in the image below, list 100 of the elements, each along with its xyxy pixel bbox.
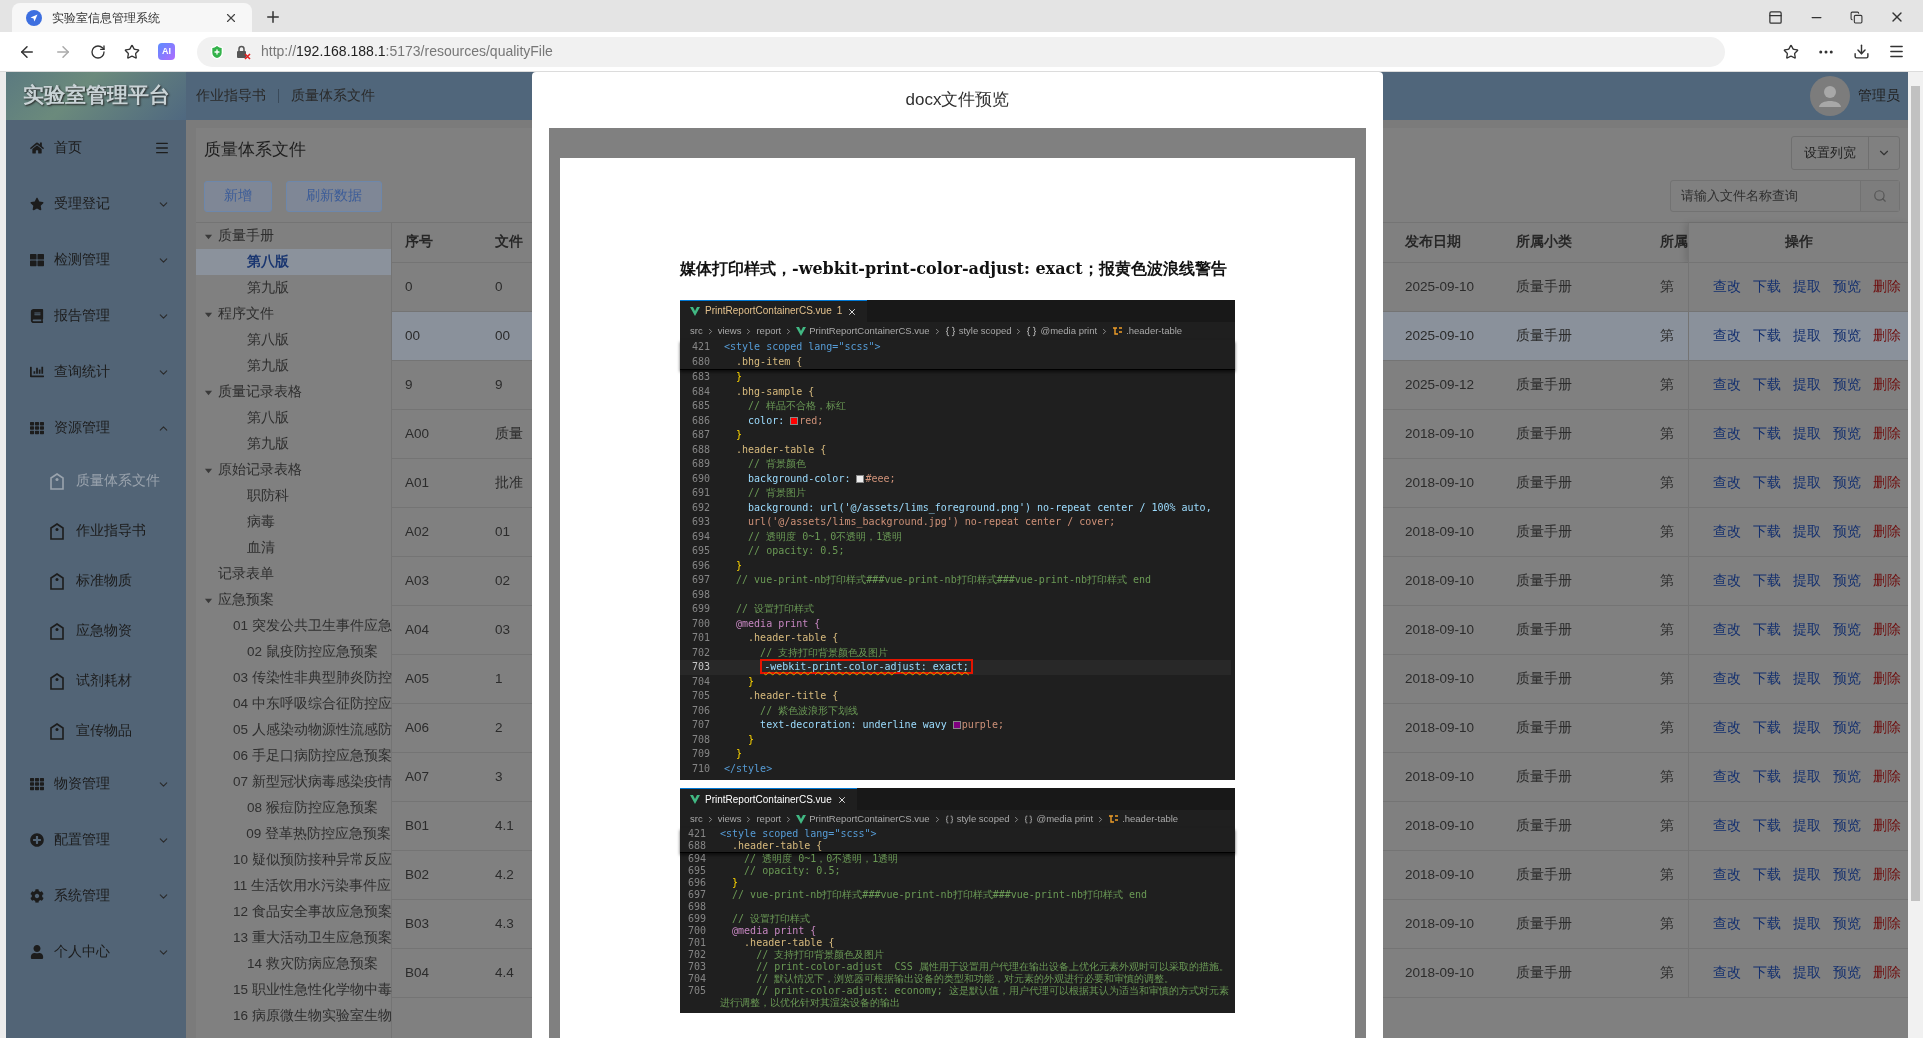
action-link[interactable]: 删除 xyxy=(1873,423,1901,445)
sidebar-item[interactable]: 配置管理 xyxy=(6,812,186,868)
action-link[interactable]: 查改 xyxy=(1713,766,1741,788)
action-link[interactable]: 下载 xyxy=(1753,521,1781,543)
action-link[interactable]: 提取 xyxy=(1793,913,1821,935)
tree-item[interactable]: 16 病原微生物实验室生物 xyxy=(196,1003,391,1029)
collapse-menu-icon[interactable] xyxy=(154,140,170,156)
editor-tab[interactable]: PrintReportContainerCS.vue 1 xyxy=(680,300,868,322)
action-link[interactable]: 查改 xyxy=(1713,276,1741,298)
tree-item[interactable]: 09 登革热防控应急预案 xyxy=(196,821,391,847)
action-link[interactable]: 下载 xyxy=(1753,962,1781,984)
tree-item[interactable]: 04 中东呼吸综合征防控应 xyxy=(196,691,391,717)
search-icon[interactable] xyxy=(1873,189,1887,203)
action-link[interactable]: 删除 xyxy=(1873,717,1901,739)
action-link[interactable]: 删除 xyxy=(1873,521,1901,543)
tree-item[interactable]: 08 猴痘防控应急预案 xyxy=(196,795,391,821)
breadcrumb-item[interactable]: style scoped xyxy=(958,323,1012,339)
tree-item[interactable]: 第八版 xyxy=(196,327,391,353)
action-link[interactable]: 提取 xyxy=(1793,325,1821,347)
breadcrumb-item[interactable]: .header-table xyxy=(1122,813,1179,825)
action-link[interactable]: 删除 xyxy=(1873,766,1901,788)
reload-icon[interactable] xyxy=(90,43,106,60)
action-link[interactable]: 提取 xyxy=(1793,423,1821,445)
action-link[interactable]: 下载 xyxy=(1753,668,1781,690)
action-link[interactable]: 下载 xyxy=(1753,913,1781,935)
tree-item[interactable]: 质量手册 xyxy=(196,223,391,249)
action-link[interactable]: 预览 xyxy=(1833,668,1861,690)
tree-item[interactable]: 应急预案 xyxy=(196,587,391,613)
tree-item[interactable]: 14 救灾防病应急预案 xyxy=(196,951,391,977)
sidebar-item[interactable]: 物资管理 xyxy=(6,756,186,812)
tree-item[interactable]: 13 重大活动卫生应急预案 xyxy=(196,925,391,951)
panel-icon[interactable] xyxy=(1768,9,1783,25)
tree-item[interactable]: 血清 xyxy=(196,535,391,561)
action-link[interactable]: 查改 xyxy=(1713,619,1741,641)
tree-item[interactable]: 职防科 xyxy=(196,483,391,509)
tree-item[interactable]: 10 疑似预防接种异常反应 xyxy=(196,847,391,873)
action-link[interactable]: 预览 xyxy=(1833,962,1861,984)
action-link[interactable]: 下载 xyxy=(1753,766,1781,788)
new-tab-icon[interactable] xyxy=(264,8,282,26)
sidebar-item[interactable]: 报告管理 xyxy=(6,288,186,344)
action-link[interactable]: 预览 xyxy=(1833,913,1861,935)
action-link[interactable]: 下载 xyxy=(1753,374,1781,396)
sidebar-item[interactable]: 首页 xyxy=(6,120,186,176)
tree-item[interactable]: 第九版 xyxy=(196,275,391,301)
breadcrumb-item[interactable]: @media print xyxy=(1036,813,1094,825)
action-link[interactable]: 查改 xyxy=(1713,668,1741,690)
close-icon[interactable] xyxy=(836,794,847,805)
sidebar-subitem[interactable]: 宣传物品 xyxy=(6,706,186,756)
close-icon[interactable] xyxy=(847,306,858,317)
action-link[interactable]: 查改 xyxy=(1713,815,1741,837)
action-link[interactable]: 提取 xyxy=(1793,766,1821,788)
action-link[interactable]: 查改 xyxy=(1713,913,1741,935)
action-link[interactable]: 下载 xyxy=(1753,472,1781,494)
action-link[interactable]: 查改 xyxy=(1713,423,1741,445)
action-link[interactable]: 预览 xyxy=(1833,472,1861,494)
tree-item[interactable]: 程序文件 xyxy=(196,301,391,327)
breadcrumb-item[interactable]: 质量体系文件 xyxy=(291,85,375,107)
action-link[interactable]: 预览 xyxy=(1833,325,1861,347)
sidebar-item[interactable]: 受理登记 xyxy=(6,176,186,232)
tree-item[interactable]: 03 传染性非典型肺炎防控 xyxy=(196,665,391,691)
sidebar-subitem[interactable]: 作业指导书 xyxy=(6,506,186,556)
action-link[interactable]: 提取 xyxy=(1793,570,1821,592)
action-link[interactable]: 删除 xyxy=(1873,913,1901,935)
breadcrumb-item[interactable]: @media print xyxy=(1040,323,1098,339)
action-link[interactable]: 提取 xyxy=(1793,668,1821,690)
tree-item[interactable]: 第八版 xyxy=(196,405,391,431)
action-link[interactable]: 删除 xyxy=(1873,815,1901,837)
menu-icon[interactable] xyxy=(1888,43,1905,60)
sidebar-item[interactable]: 查询统计 xyxy=(6,344,186,400)
action-link[interactable]: 查改 xyxy=(1713,325,1741,347)
action-link[interactable]: 删除 xyxy=(1873,668,1901,690)
action-link[interactable]: 查改 xyxy=(1713,962,1741,984)
action-link[interactable]: 提取 xyxy=(1793,864,1821,886)
sidebar-subitem[interactable]: 标准物质 xyxy=(6,556,186,606)
action-link[interactable]: 预览 xyxy=(1833,717,1861,739)
tree-item[interactable]: 质量记录表格 xyxy=(196,379,391,405)
tree-item[interactable]: 15 职业性急性化学物中毒 xyxy=(196,977,391,1003)
action-link[interactable]: 下载 xyxy=(1753,619,1781,641)
sidebar-item[interactable]: 系统管理 xyxy=(6,868,186,924)
sidebar-item[interactable]: 检测管理 xyxy=(6,232,186,288)
action-link[interactable]: 下载 xyxy=(1753,423,1781,445)
action-link[interactable]: 预览 xyxy=(1833,570,1861,592)
tree-item[interactable]: 01 突发公共卫生事件应急 xyxy=(196,613,391,639)
download-icon[interactable] xyxy=(1853,43,1870,60)
ai-button[interactable]: AI xyxy=(158,43,175,60)
action-link[interactable]: 下载 xyxy=(1753,864,1781,886)
sidebar-item[interactable]: 资源管理 xyxy=(6,400,186,456)
action-link[interactable]: 下载 xyxy=(1753,276,1781,298)
breadcrumb-item[interactable]: report xyxy=(756,323,782,339)
action-link[interactable]: 提取 xyxy=(1793,717,1821,739)
tree-item[interactable]: 05 人感染动物源性流感防 xyxy=(196,717,391,743)
tree-item[interactable]: 记录表单 xyxy=(196,561,391,587)
action-link[interactable]: 查改 xyxy=(1713,717,1741,739)
tree-item[interactable]: 06 手足口病防控应急预案 xyxy=(196,743,391,769)
action-link[interactable]: 删除 xyxy=(1873,619,1901,641)
sidebar-subitem[interactable]: 质量体系文件 xyxy=(6,456,186,506)
restore-icon[interactable] xyxy=(1850,10,1863,24)
column-width-button[interactable]: 设置列宽 xyxy=(1791,136,1900,170)
tree-item[interactable]: 12 食品安全事故应急预案 xyxy=(196,899,391,925)
action-link[interactable]: 预览 xyxy=(1833,374,1861,396)
